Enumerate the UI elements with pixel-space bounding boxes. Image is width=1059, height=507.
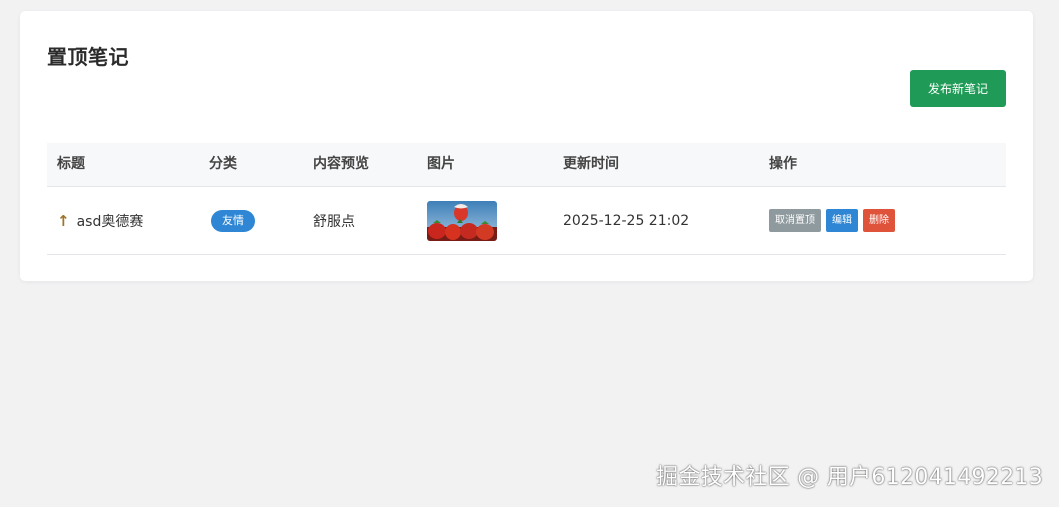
publish-note-button[interactable]: 发布新笔记 (910, 70, 1006, 107)
category-badge: 友情 (211, 209, 255, 232)
header-preview: 内容预览 (313, 156, 369, 172)
cell-category: 友情 (211, 187, 255, 254)
table-row: ↑ asd奥德赛 友情 舒服点 2025-12-25 21:02 取消置顶 编辑… (47, 187, 1006, 255)
watermark: 掘金技术社区 @ 用户612041492213 (656, 465, 1043, 490)
cell-preview: 舒服点 (313, 187, 355, 254)
delete-button[interactable]: 删除 (863, 209, 895, 232)
table-header: 标题 分类 内容预览 图片 更新时间 操作 (47, 143, 1006, 187)
header-category: 分类 (209, 156, 237, 172)
cell-actions: 取消置顶 编辑 删除 (769, 187, 900, 254)
cell-updated: 2025-12-25 21:02 (563, 187, 689, 254)
updated-time: 2025-12-25 21:02 (563, 212, 690, 229)
edit-button[interactable]: 编辑 (826, 209, 858, 232)
strawberry-image-icon[interactable] (427, 200, 497, 241)
pin-arrow-icon: ↑ (57, 211, 70, 230)
notes-table: 标题 分类 内容预览 图片 更新时间 操作 ↑ asd奥德赛 友情 舒服点 20… (47, 143, 1006, 255)
header-image: 图片 (427, 156, 455, 172)
page-title: 置顶笔记 (47, 45, 129, 69)
header-actions: 操作 (769, 156, 797, 172)
cell-title: ↑ asd奥德赛 (57, 187, 143, 254)
pinned-notes-card: 置顶笔记 发布新笔记 标题 分类 内容预览 图片 更新时间 操作 ↑ asd奥德… (20, 11, 1033, 281)
header-updated: 更新时间 (563, 156, 619, 172)
header-title: 标题 (57, 156, 85, 172)
unpin-button[interactable]: 取消置顶 (769, 209, 821, 232)
note-title: asd奥德赛 (76, 213, 144, 230)
content-preview: 舒服点 (313, 213, 355, 230)
cell-image (427, 187, 497, 254)
